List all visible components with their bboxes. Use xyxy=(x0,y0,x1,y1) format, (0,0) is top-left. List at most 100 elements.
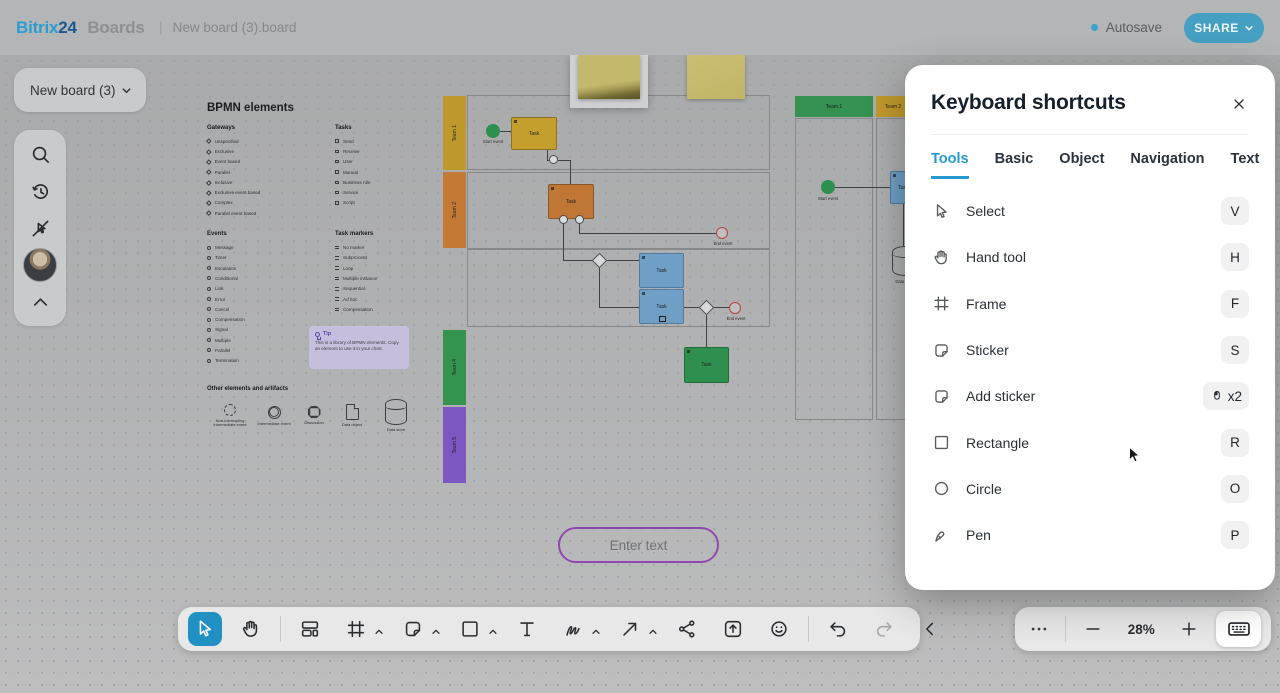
boundary-event[interactable] xyxy=(559,215,568,224)
tool-redo-button[interactable] xyxy=(867,612,901,646)
task-shape[interactable]: Task xyxy=(639,253,684,288)
library-item-parallel-event-based[interactable]: Parallel event based xyxy=(207,208,335,218)
library-item-escalation[interactable]: Escalation xyxy=(207,263,335,273)
tool-chevron-left-button[interactable] xyxy=(913,612,947,646)
library-item-exclusive-event-based[interactable]: Exclusive event based xyxy=(207,187,335,197)
artifact-discussion[interactable]: Discussion xyxy=(295,406,333,426)
library-item-manual[interactable]: Manual xyxy=(335,167,413,177)
board-title[interactable]: New board (3).board xyxy=(173,20,297,35)
cursors-off-button[interactable] xyxy=(22,211,58,245)
tool-layout-button[interactable] xyxy=(293,612,327,646)
close-button[interactable] xyxy=(1227,92,1251,116)
library-item-label: Compensation xyxy=(343,307,373,312)
library-item-complex[interactable]: Complex xyxy=(207,198,335,208)
tool-upload-button[interactable] xyxy=(716,612,750,646)
tool-sticker-button[interactable] xyxy=(396,612,430,646)
library-item-receive[interactable]: Receive xyxy=(335,146,413,156)
library-item-service[interactable]: Service xyxy=(335,187,413,197)
search-button[interactable] xyxy=(22,137,58,171)
tool-connector-button[interactable] xyxy=(670,612,704,646)
tab-navigation[interactable]: Navigation xyxy=(1130,151,1204,179)
library-item-timer[interactable]: Timer xyxy=(207,253,335,263)
task-shape[interactable]: Task xyxy=(684,347,729,383)
tool-rectangle-button[interactable] xyxy=(453,612,487,646)
chevron-up-icon[interactable] xyxy=(648,624,658,634)
shortcut-row-rectangle: Rectangle R xyxy=(905,419,1275,465)
library-item-exclusive[interactable]: Exclusive xyxy=(207,146,335,156)
zoom-level[interactable]: 28% xyxy=(1120,622,1163,637)
tool-hand-button[interactable] xyxy=(234,612,268,646)
library-item-event-based[interactable]: Event based xyxy=(207,157,335,167)
boundary-event[interactable] xyxy=(549,155,558,164)
task-shape[interactable]: Task xyxy=(511,117,557,150)
artifact-non-interrupting-intermediate-event[interactable]: Non-interrupting intermediate event xyxy=(207,404,253,429)
more-options-button[interactable] xyxy=(1025,615,1052,643)
tool-frame-button[interactable] xyxy=(339,612,373,646)
lane-label-team-4[interactable]: Team 4 xyxy=(443,330,466,405)
library-item-compensation[interactable]: Compensation xyxy=(207,314,335,324)
tool-text-button[interactable] xyxy=(510,612,544,646)
library-item-business-rule[interactable]: Business rule xyxy=(335,177,413,187)
start-event-shape[interactable] xyxy=(821,180,835,194)
artifact-data-object[interactable]: Data object xyxy=(333,404,371,428)
task-shape[interactable]: Task xyxy=(639,289,684,324)
tool-undo-button[interactable] xyxy=(821,612,855,646)
library-item-conditional[interactable]: Conditional xyxy=(207,273,335,283)
share-button[interactable]: SHARE xyxy=(1184,13,1264,43)
chevron-up-button[interactable] xyxy=(22,285,58,319)
library-item-cancel[interactable]: Cancel xyxy=(207,304,335,314)
sticky-note[interactable] xyxy=(578,55,640,99)
library-item-message[interactable]: Message xyxy=(207,242,335,252)
history-button[interactable] xyxy=(22,174,58,208)
tab-basic[interactable]: Basic xyxy=(995,151,1034,179)
library-item-no-marker[interactable]: No marker xyxy=(335,242,413,252)
chevron-up-icon[interactable] xyxy=(431,624,441,634)
tab-text[interactable]: Text xyxy=(1231,151,1260,179)
library-item-parallel[interactable]: Parallel xyxy=(207,167,335,177)
library-item-link[interactable]: Link xyxy=(207,284,335,294)
library-item-multiple-instance[interactable]: Multiple instance xyxy=(335,273,413,283)
lane-label-team-5[interactable]: Team 5 xyxy=(443,407,466,483)
end-event-shape[interactable] xyxy=(716,227,728,239)
tool-emoji-button[interactable] xyxy=(762,612,796,646)
library-item-inclusive[interactable]: Inclusive xyxy=(207,177,335,187)
task-shape[interactable]: Task xyxy=(548,184,594,219)
library-item-subprocess[interactable]: Subprocess xyxy=(335,253,413,263)
library-item-send[interactable]: Send xyxy=(335,136,413,146)
lane-header-team-1[interactable]: Team 1 xyxy=(795,96,873,117)
lane-label-team-1[interactable]: Team 1 xyxy=(443,96,466,170)
chevron-up-icon[interactable] xyxy=(488,624,498,634)
library-item-user[interactable]: User xyxy=(335,157,413,167)
text-shape-placeholder: Enter text xyxy=(610,538,668,553)
start-event-shape[interactable] xyxy=(486,124,500,138)
text-shape[interactable]: Enter text xyxy=(558,527,719,563)
zoom-out-button[interactable] xyxy=(1079,615,1106,643)
tool-select-button[interactable] xyxy=(188,612,222,646)
sticky-note[interactable] xyxy=(687,55,745,99)
shortcut-row-select: Select V xyxy=(905,188,1275,234)
lane-label-team-2[interactable]: Team 2 xyxy=(443,172,466,248)
library-item-error[interactable]: Error xyxy=(207,294,335,304)
zoom-in-button[interactable] xyxy=(1176,615,1203,643)
artifact-intermediate-event[interactable]: Intermediate event xyxy=(253,406,295,427)
user-avatar[interactable] xyxy=(22,248,58,282)
tab-tools[interactable]: Tools xyxy=(931,151,969,179)
bitrix24-logo[interactable]: Bitrix24 Boards xyxy=(16,18,145,38)
chevron-up-icon[interactable] xyxy=(591,624,601,634)
library-item-ad-hoc[interactable]: Ad hoc xyxy=(335,294,413,304)
board-menu-button[interactable]: New board (3) xyxy=(14,68,146,112)
keyboard-shortcuts-button[interactable] xyxy=(1216,611,1261,647)
tool-arrow-button[interactable] xyxy=(613,612,647,646)
end-event-shape[interactable] xyxy=(729,302,741,314)
library-item-sequential[interactable]: Sequential xyxy=(335,284,413,294)
boundary-event[interactable] xyxy=(575,215,584,224)
chevron-up-icon[interactable] xyxy=(374,624,384,634)
library-item-loop[interactable]: Loop xyxy=(335,263,413,273)
artifact-data-store[interactable]: Data store xyxy=(371,399,421,433)
library-item-label: Ad hoc xyxy=(343,297,357,302)
library-item-unspecified[interactable]: Unspecified xyxy=(207,136,335,146)
library-item-compensation[interactable]: Compensation xyxy=(335,304,413,314)
library-item-script[interactable]: Script xyxy=(335,198,413,208)
tool-scribble-button[interactable] xyxy=(556,612,590,646)
tab-object[interactable]: Object xyxy=(1059,151,1104,179)
